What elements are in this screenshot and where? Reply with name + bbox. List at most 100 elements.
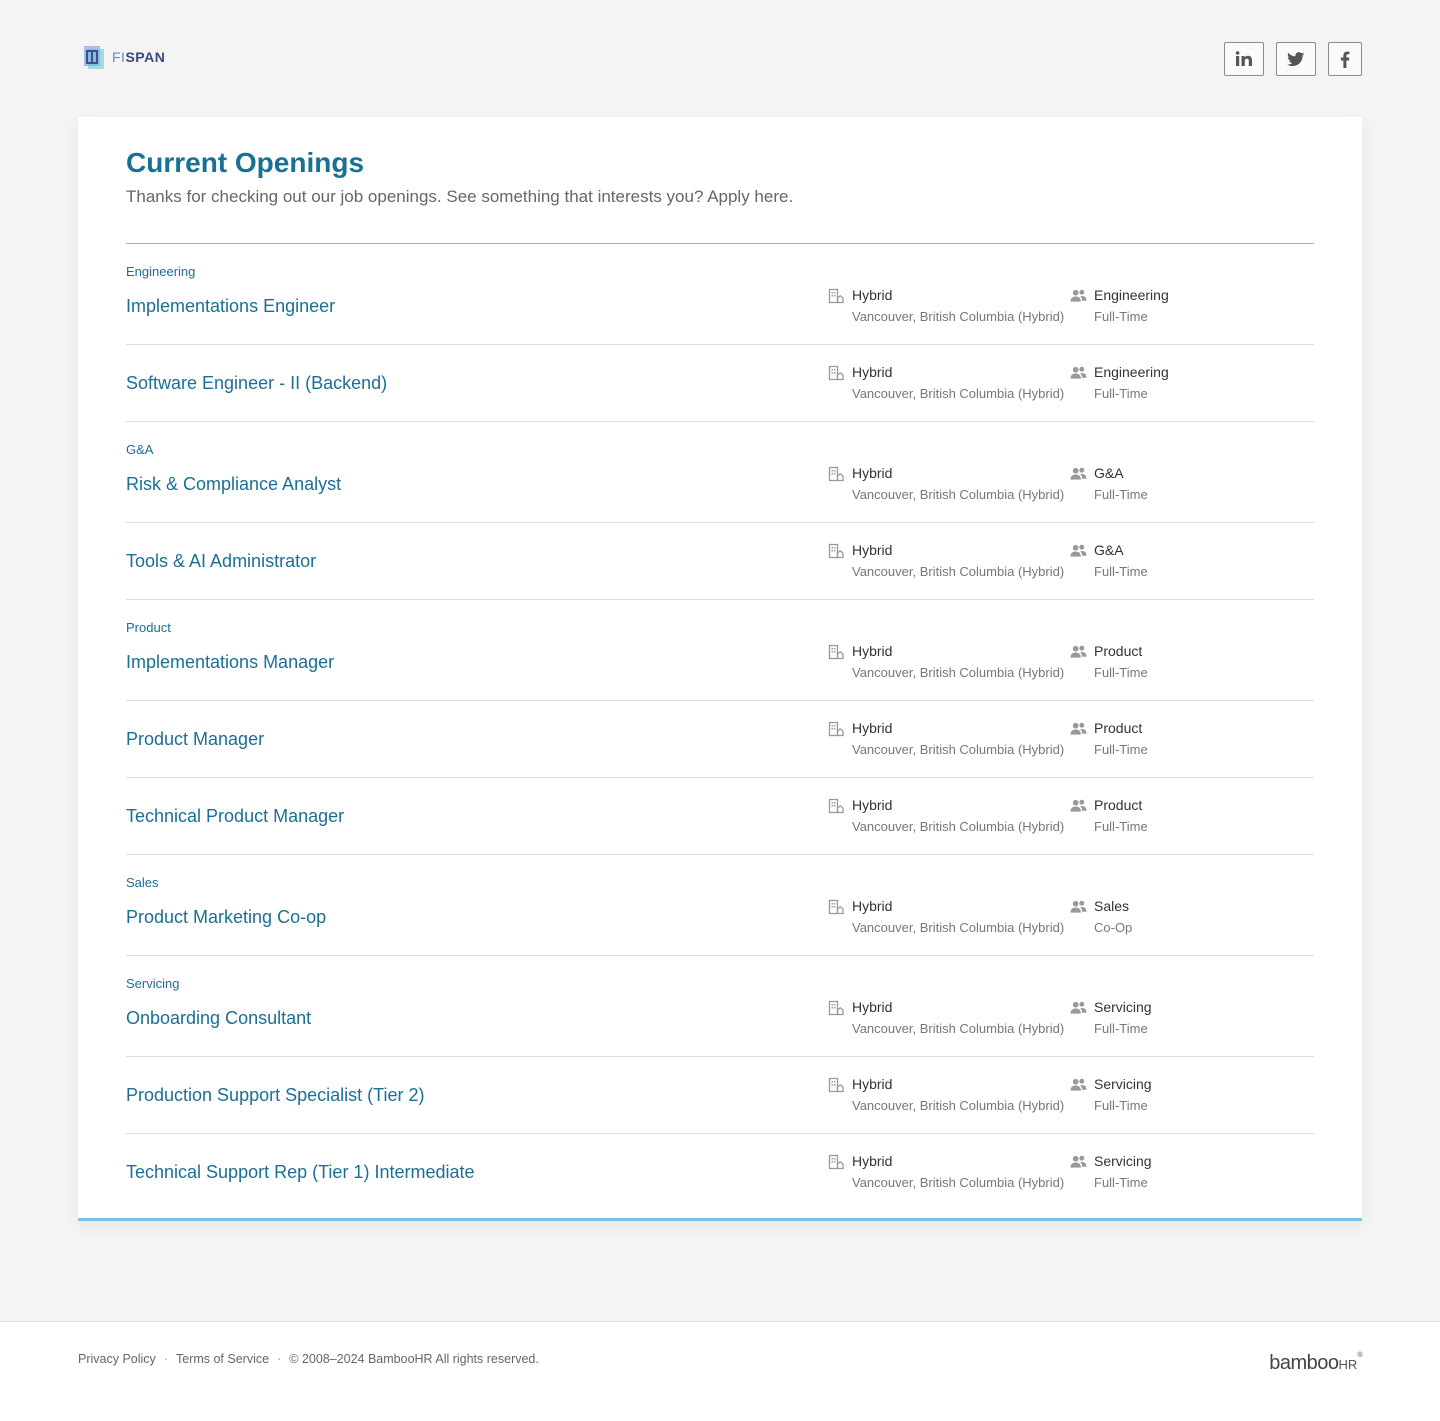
department-name: Servicing [1094, 999, 1152, 1015]
job-title-link[interactable]: Risk & Compliance Analyst [126, 474, 341, 495]
linkedin-button[interactable] [1224, 42, 1264, 76]
job-location: Hybrid Vancouver, British Columbia (Hybr… [828, 720, 1064, 757]
location-type: Hybrid [852, 287, 893, 303]
job-department: Engineering Full-Time [1070, 364, 1169, 401]
job-title-link[interactable]: Product Manager [126, 729, 264, 750]
department-name: Product [1094, 797, 1143, 813]
job-department: Product Full-Time [1070, 720, 1148, 757]
twitter-icon [1287, 51, 1305, 66]
employment-type: Full-Time [1094, 742, 1148, 757]
location-text: Vancouver, British Columbia (Hybrid) [852, 309, 1065, 324]
job-row: Engineering Implementations Engineer Hybr… [126, 244, 1314, 345]
employment-type: Full-Time [1094, 564, 1148, 579]
job-row: Technical Product Manager Hybrid Vancouv… [126, 778, 1314, 855]
bamboohr-logo[interactable]: bambooHR® [1269, 1352, 1362, 1375]
facebook-button[interactable] [1328, 42, 1362, 76]
department-header: Sales [126, 875, 159, 890]
logo-prefix: FI [112, 49, 126, 65]
employment-type: Full-Time [1094, 1175, 1148, 1190]
department-name: Product [1094, 720, 1143, 736]
job-location: Hybrid Vancouver, British Columbia (Hybr… [828, 364, 1064, 401]
job-row: Tools & AI Administrator Hybrid Vancouve… [126, 523, 1314, 600]
fispan-logo[interactable]: FISPAN [80, 43, 165, 71]
department-name: Engineering [1094, 364, 1169, 380]
job-department: Product Full-Time [1070, 797, 1148, 834]
location-type: Hybrid [852, 465, 893, 481]
bamboohr-logo-main: bamboo [1269, 1352, 1339, 1374]
twitter-button[interactable] [1276, 42, 1316, 76]
job-row: Production Support Specialist (Tier 2) H… [126, 1057, 1314, 1134]
job-location: Hybrid Vancouver, British Columbia (Hybr… [828, 898, 1064, 935]
job-title-link[interactable]: Implementations Engineer [126, 296, 335, 317]
location-type: Hybrid [852, 720, 893, 736]
department-name: Servicing [1094, 1076, 1152, 1092]
building-icon [828, 721, 844, 737]
people-icon [1070, 365, 1087, 381]
job-department: Engineering Full-Time [1070, 287, 1169, 324]
job-row: Product Implementations Manager Hybrid Va… [126, 600, 1314, 701]
people-icon [1070, 466, 1087, 482]
people-icon [1070, 721, 1087, 737]
job-department: G&A Full-Time [1070, 465, 1148, 502]
job-location: Hybrid Vancouver, British Columbia (Hybr… [828, 643, 1064, 680]
employment-type: Full-Time [1094, 1098, 1148, 1113]
linkedin-icon [1235, 51, 1252, 66]
building-icon [828, 1000, 844, 1016]
location-text: Vancouver, British Columbia (Hybrid) [852, 386, 1065, 401]
building-icon [828, 644, 844, 660]
job-title-link[interactable]: Software Engineer - II (Backend) [126, 373, 387, 394]
social-links [1224, 42, 1362, 76]
job-title-link[interactable]: Technical Support Rep (Tier 1) Intermedi… [126, 1162, 475, 1183]
department-name: G&A [1094, 465, 1124, 481]
job-list: Engineering Implementations Engineer Hybr… [126, 243, 1314, 1211]
job-title-link[interactable]: Technical Product Manager [126, 806, 344, 827]
location-type: Hybrid [852, 999, 893, 1015]
location-text: Vancouver, British Columbia (Hybrid) [852, 665, 1065, 680]
page-footer: Privacy Policy · Terms of Service · © 20… [0, 1321, 1440, 1421]
job-department: Sales Co-Op [1070, 898, 1132, 935]
people-icon [1070, 1000, 1087, 1016]
job-title-link[interactable]: Onboarding Consultant [126, 1008, 311, 1029]
location-type: Hybrid [852, 797, 893, 813]
job-title-link[interactable]: Implementations Manager [126, 652, 334, 673]
footer-links: Privacy Policy · Terms of Service · © 20… [78, 1352, 539, 1366]
copyright-text: © 2008–2024 BambooHR All rights reserved… [289, 1352, 539, 1366]
job-location: Hybrid Vancouver, British Columbia (Hybr… [828, 1153, 1064, 1190]
department-name: G&A [1094, 542, 1124, 558]
location-text: Vancouver, British Columbia (Hybrid) [852, 1098, 1065, 1113]
job-openings-card: Current Openings Thanks for checking out… [78, 117, 1362, 1221]
job-department: Servicing Full-Time [1070, 999, 1152, 1036]
job-row: G&A Risk & Compliance Analyst Hybrid Vanc… [126, 422, 1314, 523]
terms-of-service-link[interactable]: Terms of Service [176, 1352, 269, 1366]
building-icon [828, 288, 844, 304]
building-icon [828, 798, 844, 814]
people-icon [1070, 288, 1087, 304]
employment-type: Full-Time [1094, 487, 1148, 502]
building-icon [828, 466, 844, 482]
job-title-link[interactable]: Product Marketing Co-op [126, 907, 326, 928]
department-name: Product [1094, 643, 1143, 659]
job-location: Hybrid Vancouver, British Columbia (Hybr… [828, 287, 1064, 324]
job-title-link[interactable]: Production Support Specialist (Tier 2) [126, 1085, 424, 1106]
job-title-link[interactable]: Tools & AI Administrator [126, 551, 316, 572]
building-icon [828, 365, 844, 381]
department-header: G&A [126, 442, 154, 457]
logo-text: FISPAN [112, 49, 165, 65]
people-icon [1070, 798, 1087, 814]
location-text: Vancouver, British Columbia (Hybrid) [852, 819, 1065, 834]
department-name: Servicing [1094, 1153, 1152, 1169]
job-department: Servicing Full-Time [1070, 1153, 1152, 1190]
employment-type: Co-Op [1094, 920, 1133, 935]
privacy-policy-link[interactable]: Privacy Policy [78, 1352, 156, 1366]
building-icon [828, 1077, 844, 1093]
building-icon [828, 1154, 844, 1170]
employment-type: Full-Time [1094, 1021, 1148, 1036]
department-header: Engineering [126, 264, 196, 279]
department-name: Engineering [1094, 287, 1169, 303]
location-text: Vancouver, British Columbia (Hybrid) [852, 564, 1065, 579]
people-icon [1070, 1154, 1087, 1170]
employment-type: Full-Time [1094, 819, 1148, 834]
location-type: Hybrid [852, 898, 893, 914]
job-row: Technical Support Rep (Tier 1) Intermedi… [126, 1134, 1314, 1211]
building-icon [828, 899, 844, 915]
